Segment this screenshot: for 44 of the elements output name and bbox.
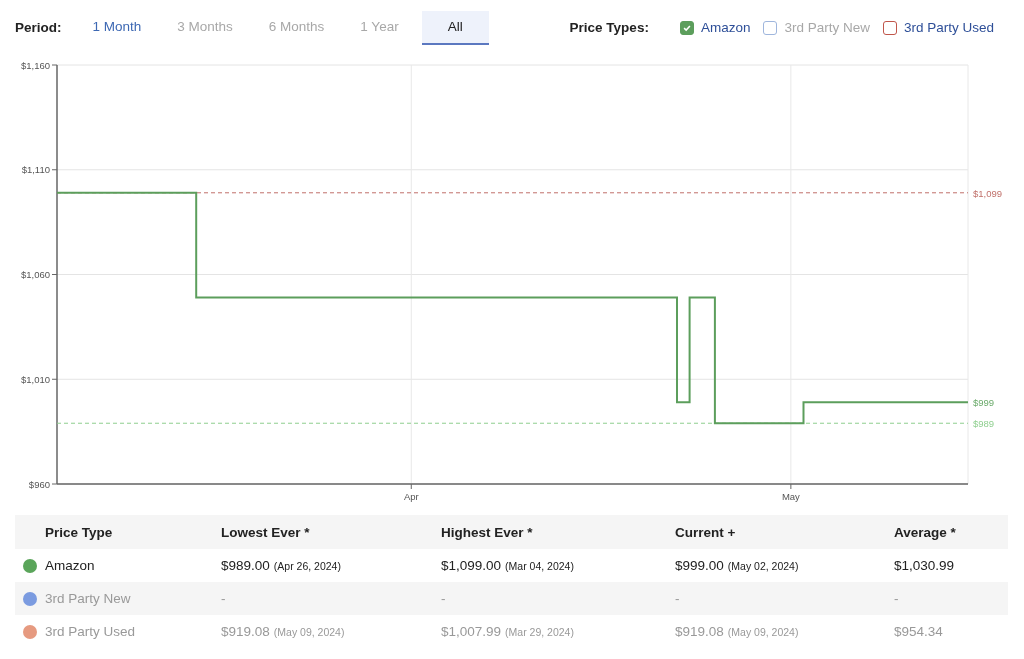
price-label: $989 [973,418,995,430]
date-text: (May 09, 2024) [727,626,799,638]
period-tab[interactable]: All [421,10,489,45]
price-value: - [675,591,680,606]
price-types-label: Price Types: [569,20,649,35]
price-type-name: Amazon [45,558,95,573]
price-value: $919.08 [675,624,724,639]
price-value: - [441,591,446,606]
checkbox[interactable] [882,20,897,35]
price-type-name: 3rd Party New [45,591,131,606]
price-value: $989.00 [221,558,270,573]
date-text: (May 09, 2024) [273,626,345,638]
checkbox[interactable] [679,20,694,35]
price-type-label[interactable]: 3rd Party Used [903,20,994,35]
date-text: (Apr 26, 2024) [273,560,341,572]
price-value: - [221,591,226,606]
price-value: $1,099.00 [441,558,502,573]
average-value: - [894,591,899,606]
y-tick-label: $1,160 [20,59,50,71]
y-tick-label: $960 [28,478,50,490]
price-type-label[interactable]: Amazon [700,20,751,35]
period-label: Period: [15,20,62,35]
average-value: $1,030.99 [894,558,955,573]
y-tick-label: $1,060 [20,269,50,280]
x-tick-label: May [781,491,800,502]
date-text: (May 02, 2024) [727,560,799,572]
column-header: Price Type [44,524,114,540]
price-value: $999.00 [675,558,724,573]
price-label: $1,099 [973,187,1003,199]
x-tick-label: Apr [403,491,419,502]
y-tick-label: $1,010 [20,373,50,385]
column-header: Current + [675,524,737,540]
price-type-name: 3rd Party Used [45,624,136,639]
date-text: (Mar 29, 2024) [505,626,574,638]
column-header: Average * [894,524,957,540]
price-value: $1,007.99 [441,624,502,639]
y-tick-label: $1,110 [21,164,50,176]
period-tab[interactable]: 1 Month [79,10,155,45]
column-header: Lowest Ever * [221,524,311,540]
price-label: $999 [973,397,995,409]
price-value: $919.08 [221,624,270,639]
date-text: (Mar 04, 2024) [505,560,574,572]
average-value: $954.34 [894,624,943,639]
column-header: Highest Ever * [441,524,534,540]
